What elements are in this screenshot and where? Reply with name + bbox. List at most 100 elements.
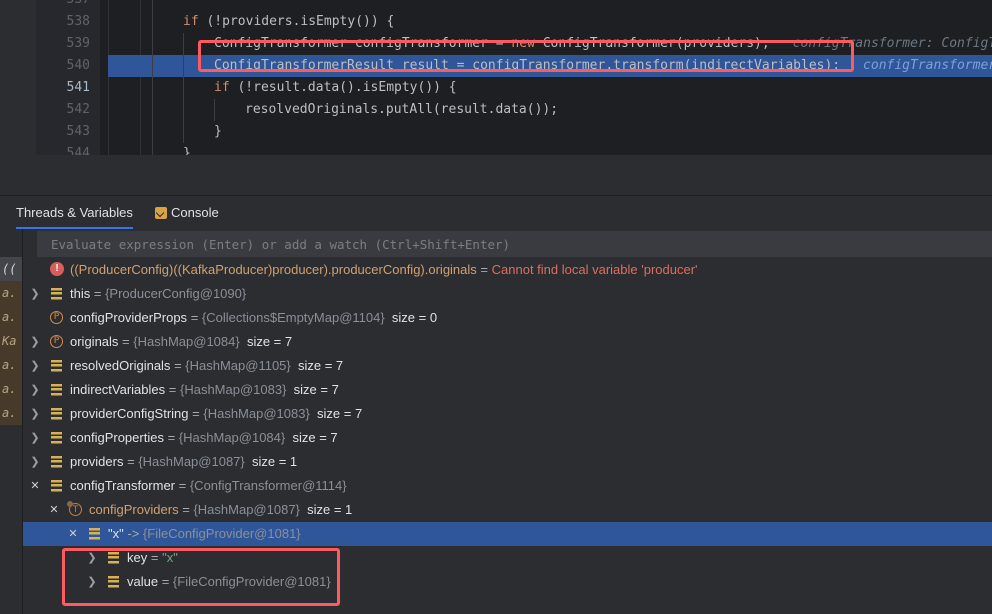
evaluate-expression-input[interactable]: Evaluate expression (Enter) or add a wat… xyxy=(37,231,992,257)
expand-chevron-icon[interactable]: ❯ xyxy=(28,354,42,378)
stack-frame-item[interactable]: (( xyxy=(0,257,22,281)
code-line[interactable]: 537 xyxy=(0,0,992,11)
variable-label: configProperties = {HashMap@1084} size =… xyxy=(70,426,338,450)
variable-label: originals = {HashMap@1084} size = 7 xyxy=(70,330,292,354)
indent-guide xyxy=(152,0,153,11)
tab-console[interactable]: Console xyxy=(147,196,227,229)
code-text: } xyxy=(214,124,222,139)
variable-row[interactable]: ❯ providers = {HashMap@1087} size = 1 xyxy=(23,450,992,474)
variable-name: this xyxy=(70,286,91,301)
expand-chevron-icon[interactable]: ❯ xyxy=(85,546,99,570)
variable-row[interactable]: ❯ this = {ProducerConfig@1090} xyxy=(23,282,992,306)
indent-guide xyxy=(152,55,153,77)
gutter-separator xyxy=(140,77,141,99)
expand-chevron-icon[interactable]: ❯ xyxy=(28,330,42,354)
line-number: 544 xyxy=(66,146,90,155)
variable-name: value xyxy=(127,574,159,589)
indent-guide xyxy=(152,99,153,121)
variable-row[interactable]: ❯ providerConfigString = {HashMap@1083} s… xyxy=(23,402,992,426)
stack-frame-item[interactable]: a. xyxy=(0,377,22,401)
collapse-chevron-icon[interactable]: ✕ xyxy=(66,522,80,546)
expand-chevron-icon[interactable]: ❯ xyxy=(85,570,99,594)
console-icon xyxy=(155,206,167,219)
code-text: } xyxy=(183,146,191,155)
variable-row[interactable]: ❯ resolvedOriginals = {HashMap@1105} size… xyxy=(23,354,992,378)
variable-label: ((ProducerConfig)((KafkaProducer)produce… xyxy=(70,258,698,282)
variable-row[interactable]: ! ((ProducerConfig)((KafkaProducer)produc… xyxy=(23,258,992,282)
variable-row[interactable]: ❯ indirectVariables = {HashMap@1083} size… xyxy=(23,378,992,402)
expand-chevron-icon[interactable]: ❯ xyxy=(28,450,42,474)
variable-name: key xyxy=(127,550,148,565)
variable-name: ((ProducerConfig)((KafkaProducer)produce… xyxy=(70,262,477,277)
variable-equals: = xyxy=(127,454,135,469)
stack-frame-item[interactable]: a. xyxy=(0,401,22,425)
indent-guide xyxy=(183,77,184,99)
variable-reference: {HashMap@1084} xyxy=(178,430,286,445)
code-editor[interactable]: 537 538 if (!providers.isEmpty()) {539 Conf… xyxy=(0,0,992,155)
gutter-separator xyxy=(108,99,109,121)
stack-frames-strip[interactable]: ((a. a. Ka a. a. a. xyxy=(0,229,22,614)
indent-guide xyxy=(183,55,184,77)
code-line[interactable]: 541 if (!result.data().isEmpty()) { xyxy=(0,77,992,99)
indent-guide xyxy=(183,121,184,143)
expand-chevron-icon[interactable]: ❯ xyxy=(28,426,42,450)
variable-equals: = xyxy=(174,358,182,373)
code-line[interactable]: 543} xyxy=(0,121,992,143)
variable-name: originals xyxy=(70,334,119,349)
collapse-chevron-icon[interactable]: ✕ xyxy=(47,498,61,522)
variable-equals: = xyxy=(168,382,177,397)
variable-equals: = xyxy=(178,478,187,493)
variable-reference: {FileConfigProvider@1081} xyxy=(172,574,331,589)
variable-size: size = 1 xyxy=(251,454,298,469)
variable-label: value = {FileConfigProvider@1081} xyxy=(127,570,331,594)
variable-label: this = {ProducerConfig@1090} xyxy=(70,282,246,306)
variable-row[interactable]: ✕ configTransformer = {ConfigTransformer@… xyxy=(23,474,992,498)
stack-frame-item[interactable]: a. xyxy=(0,281,22,305)
variable-equals: -> xyxy=(127,526,140,541)
indent-guide xyxy=(152,121,153,143)
gutter-separator xyxy=(108,33,109,55)
stack-frame-item[interactable]: a. xyxy=(0,353,22,377)
code-line[interactable]: 544} xyxy=(0,143,992,155)
inline-debugger-hint: configTransformer: ConfigTransformer xyxy=(792,36,992,51)
variable-row[interactable]: ✕ "x" -> {FileConfigProvider@1081} xyxy=(23,522,992,546)
indent-guide xyxy=(152,11,153,33)
variable-row[interactable]: ❯ value = {FileConfigProvider@1081} xyxy=(23,570,992,594)
indent-guide xyxy=(183,99,184,121)
variable-reference: {Collections$EmptyMap@1104} xyxy=(201,310,385,325)
gutter-separator xyxy=(140,11,141,33)
code-line[interactable]: 538 if (!providers.isEmpty()) { xyxy=(0,11,992,33)
variables-tree[interactable]: ! ((ProducerConfig)((KafkaProducer)produc… xyxy=(23,258,992,614)
expand-chevron-icon[interactable]: ❯ xyxy=(28,402,42,426)
stack-frame-item[interactable]: Ka xyxy=(0,329,22,353)
code-text: resolvedOriginals.putAll(result.data()); xyxy=(245,102,559,117)
variable-row[interactable]: ✕ TconfigProviders = {HashMap@1087} size … xyxy=(23,498,992,522)
variable-size: size = 7 xyxy=(293,382,339,397)
code-line[interactable]: 542 resolvedOriginals.putAll(result.data(… xyxy=(0,99,992,121)
expand-chevron-icon[interactable]: ❯ xyxy=(28,282,42,306)
stack-frame-item[interactable]: a. xyxy=(0,305,22,329)
variable-label: "x" -> {FileConfigProvider@1081} xyxy=(108,522,301,546)
expand-chevron-icon[interactable]: ❯ xyxy=(28,378,42,402)
variable-reference: {HashMap@1087} xyxy=(193,502,300,517)
variable-row[interactable]: PconfigProviderProps = {Collections$Empt… xyxy=(23,306,992,330)
code-line[interactable]: 539 ConfigTransformer configTransformer =… xyxy=(0,33,992,55)
property-icon: P xyxy=(50,311,63,324)
field-icon xyxy=(108,575,119,589)
inline-debugger-hint: configTransformerResult: ... xyxy=(863,58,992,73)
gutter-separator xyxy=(108,121,109,143)
collapse-chevron-icon[interactable]: ✕ xyxy=(28,474,42,498)
field-icon xyxy=(51,383,62,397)
variable-row[interactable]: ❯ Poriginals = {HashMap@1084} size = 7 xyxy=(23,330,992,354)
gutter-separator xyxy=(108,77,109,99)
code-line[interactable]: 540 ConfigTransformerResult result = conf… xyxy=(0,55,992,77)
idea-debugger-window: 537 538 if (!providers.isEmpty()) {539 Conf… xyxy=(0,0,992,614)
tab-threads-and-variables[interactable]: Threads & Variables xyxy=(8,196,141,229)
field-icon xyxy=(51,455,62,469)
variable-size: size = 7 xyxy=(246,334,293,349)
variable-row[interactable]: ❯ configProperties = {HashMap@1084} size … xyxy=(23,426,992,450)
variable-size: size = 7 xyxy=(292,430,338,445)
variable-row[interactable]: ❯ key = "x" xyxy=(23,546,992,570)
debugger-toolbar-area xyxy=(0,155,992,196)
variable-label: providers = {HashMap@1087} size = 1 xyxy=(70,450,297,474)
